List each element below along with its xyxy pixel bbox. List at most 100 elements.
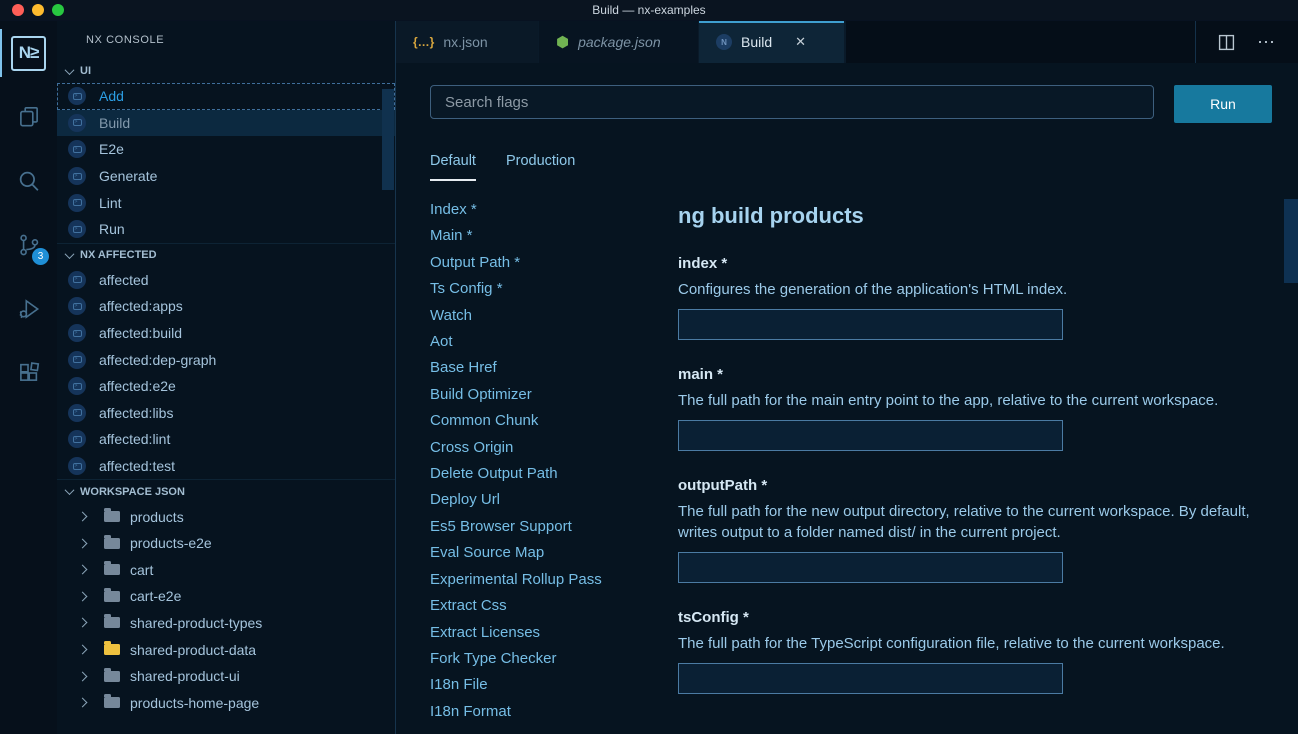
flag-link[interactable]: Output Path * [430,250,678,276]
tree-item-command[interactable]: > Build [57,110,395,137]
flag-link[interactable]: I18n Format [430,699,678,725]
files-icon [16,104,42,130]
section-ui: UI > Add > Build > E2e [57,59,395,243]
sidebar-nx-console: NX CONSOLE UI > Add > Build [57,21,396,734]
editor-tab-bar: {…} nx.json ⬢ package.json N Build ✕ ⋯ [396,21,1298,63]
tree-item-project[interactable]: shared-product-ui [57,663,395,690]
flag-link[interactable]: Main * [430,223,678,249]
build-form-panel: ng build products index * Configures the… [678,197,1298,725]
tree-item-project[interactable]: products-e2e [57,530,395,557]
flag-link[interactable]: Common Chunk [430,408,678,434]
tree-item-project[interactable]: shared-product-types [57,610,395,637]
flag-link[interactable]: Watch [430,303,678,329]
flag-link[interactable]: Extract Css [430,593,678,619]
close-window-button[interactable] [12,4,24,16]
terminal-command-icon: > [68,404,86,422]
chevron-down-icon [65,249,75,259]
tree-item-command[interactable]: > affected:dep-graph [57,346,395,373]
tree-item-command[interactable]: > affected:test [57,453,395,480]
sidebar-scrollbar-thumb[interactable] [382,89,394,190]
terminal-command-icon: > [68,87,86,105]
terminal-command-icon: > [68,220,86,238]
flag-link[interactable]: Aot [430,329,678,355]
more-actions-icon[interactable]: ⋯ [1257,32,1276,53]
tree-item-command[interactable]: > affected:libs [57,400,395,427]
tree-item-project[interactable]: products [57,503,395,530]
field-input[interactable] [678,420,1063,451]
minimize-window-button[interactable] [32,4,44,16]
flag-link[interactable]: Index * [430,197,678,223]
activity-explorer-button[interactable] [0,85,57,149]
tree-item-command[interactable]: > Add [57,83,395,110]
section-header-nx-affected[interactable]: NX AFFECTED [57,243,395,267]
form-field: main * The full path for the main entry … [678,366,1272,451]
close-icon[interactable]: ✕ [795,34,806,50]
nodejs-icon: ⬢ [556,35,569,50]
tree-item-label: shared-product-ui [130,668,240,684]
folder-icon [104,644,120,655]
tree-item-command[interactable]: > E2e [57,136,395,163]
configuration-tab[interactable]: Default [430,153,476,181]
field-input[interactable] [678,552,1063,583]
editor-actions: ⋯ [1195,21,1298,63]
flag-link[interactable]: Base Href [430,355,678,381]
editor-scrollbar-thumb[interactable] [1284,199,1298,283]
activity-source-control-button[interactable]: 3 [0,213,57,277]
flag-link[interactable]: Extract Licenses [430,620,678,646]
tree-item-command[interactable]: > Generate [57,163,395,190]
section-header-workspace-json[interactable]: WORKSPACE JSON [57,479,395,503]
scm-badge: 3 [32,248,49,265]
field-input[interactable] [678,309,1063,340]
flag-link[interactable]: Build Optimizer [430,382,678,408]
flag-link[interactable]: I18n File [430,672,678,698]
configuration-tab[interactable]: Production [506,153,575,181]
activity-search-button[interactable] [0,149,57,213]
tree-item-command[interactable]: > affected:apps [57,293,395,320]
flag-link[interactable]: Es5 Browser Support [430,514,678,540]
flag-link[interactable]: Ts Config * [430,276,678,302]
flag-link[interactable]: Experimental Rollup Pass [430,567,678,593]
tree-item-project[interactable]: products-home-page [57,689,395,716]
editor-area: {…} nx.json ⬢ package.json N Build ✕ ⋯ [396,21,1298,734]
activity-extensions-button[interactable] [0,341,57,405]
tree-item-label: Build [99,115,130,131]
workspace-folder-list: products products-e2e cart [57,503,395,716]
tree-item-project[interactable]: cart [57,557,395,584]
tree-item-command[interactable]: > affected:e2e [57,373,395,400]
tab-package-json[interactable]: ⬢ package.json [539,21,699,63]
run-button[interactable]: Run [1174,85,1272,123]
tree-item-command[interactable]: > affected:lint [57,426,395,453]
flag-link[interactable]: Deploy Url [430,487,678,513]
activity-run-debug-button[interactable] [0,277,57,341]
tab-build[interactable]: N Build ✕ [699,21,845,63]
folder-icon [104,538,120,549]
split-editor-icon[interactable] [1218,34,1235,51]
maximize-window-button[interactable] [52,4,64,16]
field-input[interactable] [678,663,1063,694]
flag-link[interactable]: Delete Output Path [430,461,678,487]
tree-item-project[interactable]: shared-product-data [57,636,395,663]
activity-nx-console-button[interactable]: N≥ [0,21,57,85]
tree-item-project[interactable]: cart-e2e [57,583,395,610]
flag-link[interactable]: Fork Type Checker [430,646,678,672]
flag-link[interactable]: Cross Origin [430,435,678,461]
tree-item-command[interactable]: > affected:build [57,320,395,347]
section-nx-affected: NX AFFECTED > affected > affected:apps [57,243,395,480]
run-debug-icon [16,296,42,322]
tree-item-command[interactable]: > affected [57,267,395,294]
tab-label: nx.json [443,34,487,50]
window-title: Build — nx-examples [0,3,1298,17]
tree-item-label: affected:libs [99,405,173,421]
search-flags-input[interactable] [430,85,1154,119]
tree-item-command[interactable]: > Lint [57,189,395,216]
tree-item-command[interactable]: > Run [57,216,395,243]
tree-item-label: cart-e2e [130,588,181,604]
chevron-right-icon [78,591,88,601]
terminal-command-icon: > [68,140,86,158]
tree-item-label: products-e2e [130,535,212,551]
tab-nx-json[interactable]: {…} nx.json [396,21,539,63]
flag-link[interactable]: Eval Source Map [430,540,678,566]
field-label: tsConfig * [678,609,1272,626]
section-header-ui[interactable]: UI [57,59,395,83]
title-bar: Build — nx-examples [0,0,1298,21]
